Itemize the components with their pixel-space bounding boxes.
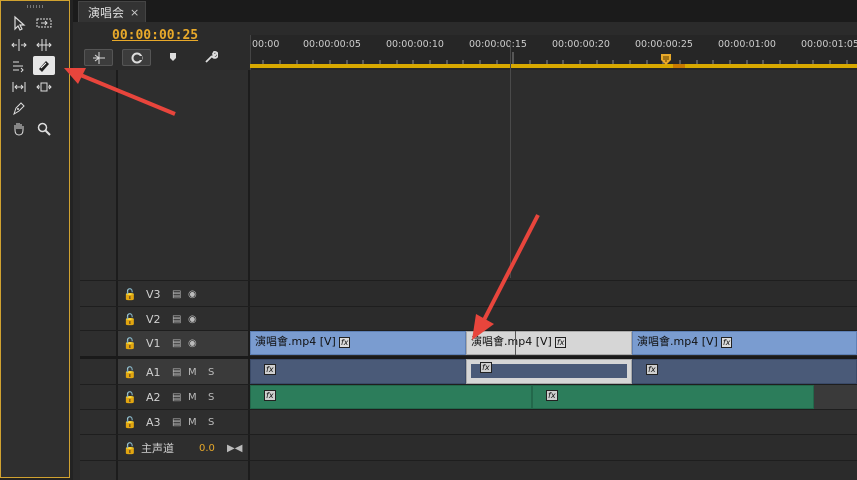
eye-icon[interactable]: ◉ bbox=[188, 289, 204, 300]
solo-button[interactable]: S bbox=[208, 367, 224, 378]
master-end-icon[interactable]: ▶◀ bbox=[227, 443, 242, 454]
toggle-output-icon[interactable]: ▤ bbox=[172, 338, 188, 349]
playhead-icon[interactable] bbox=[659, 54, 673, 66]
track-name: A1 bbox=[146, 365, 161, 379]
lock-icon[interactable]: 🔓 bbox=[123, 442, 137, 455]
zoom-tool-icon[interactable] bbox=[33, 119, 55, 138]
ruler-label: 00:00:00:05 bbox=[303, 39, 361, 50]
solo-button[interactable]: S bbox=[208, 417, 224, 428]
clip-label: 演唱會.mp4 [V] bbox=[255, 335, 336, 348]
ruler-label: 00:00:00:15 bbox=[469, 39, 527, 50]
fx-badge[interactable]: fx bbox=[546, 390, 558, 401]
work-area-end-handle[interactable] bbox=[673, 64, 685, 68]
track-master-area[interactable] bbox=[250, 435, 857, 460]
track-name: V1 bbox=[146, 336, 161, 350]
track-name: A2 bbox=[146, 390, 161, 404]
clip-a1-1[interactable]: fx bbox=[250, 359, 466, 384]
ripple-edit-tool-icon[interactable] bbox=[8, 35, 30, 54]
hand-tool-icon[interactable] bbox=[8, 119, 30, 138]
clip-label: 演唱會.mp4 [V] bbox=[637, 335, 718, 348]
rate-stretch-tool-icon[interactable] bbox=[8, 56, 30, 75]
slide-tool-icon[interactable] bbox=[33, 77, 55, 96]
fx-badge[interactable]: fx bbox=[264, 364, 276, 375]
clip-a2-2[interactable]: fx bbox=[532, 385, 814, 409]
fx-badge[interactable]: fx bbox=[264, 390, 276, 401]
clip-a1-3[interactable]: fx bbox=[632, 359, 857, 384]
close-icon[interactable]: × bbox=[130, 6, 139, 19]
fx-badge[interactable]: fx bbox=[646, 364, 658, 375]
empty-track-area[interactable] bbox=[250, 70, 857, 280]
fx-badge[interactable]: fx bbox=[554, 337, 567, 348]
panel-grip[interactable] bbox=[27, 5, 45, 8]
empty-track-area[interactable] bbox=[814, 385, 857, 409]
tab-label: 演唱会 bbox=[88, 5, 125, 20]
ruler-label: 00:00:01:05 bbox=[801, 39, 857, 50]
toggle-output-icon[interactable]: ▤ bbox=[172, 289, 188, 300]
eye-icon[interactable]: ◉ bbox=[188, 338, 204, 349]
work-area-bar[interactable] bbox=[250, 64, 857, 68]
divider bbox=[80, 460, 857, 461]
clip-v1-1[interactable]: 演唱會.mp4 [V] fx bbox=[250, 331, 466, 355]
toggle-output-icon[interactable]: ▤ bbox=[172, 392, 188, 403]
lock-icon[interactable]: 🔓 bbox=[123, 313, 137, 326]
slip-tool-icon[interactable] bbox=[8, 77, 30, 96]
toggle-output-icon[interactable]: ▤ bbox=[172, 314, 188, 325]
mute-button[interactable]: M bbox=[188, 392, 208, 403]
solo-button[interactable]: S bbox=[208, 392, 224, 403]
mute-button[interactable]: M bbox=[188, 417, 208, 428]
wrench-icon[interactable] bbox=[204, 50, 220, 66]
tab-bar bbox=[73, 0, 857, 22]
track-header-v1[interactable]: 🔓 V1 ▤ ◉ bbox=[118, 331, 248, 355]
fx-badge[interactable]: fx bbox=[480, 362, 492, 373]
fx-badge[interactable]: fx bbox=[720, 337, 733, 348]
track-header-a1[interactable]: 🔓 A1 ▤ M S bbox=[118, 360, 248, 384]
track-header-a2[interactable]: 🔓 A2 ▤ M S bbox=[118, 385, 248, 409]
ruler-label: 00:00 bbox=[252, 39, 280, 50]
toggle-output-icon[interactable]: ▤ bbox=[172, 367, 188, 378]
lock-icon[interactable]: 🔓 bbox=[123, 366, 137, 379]
lock-icon[interactable]: 🔓 bbox=[123, 391, 137, 404]
annotation-arrow-icon bbox=[472, 214, 540, 340]
track-header-master[interactable]: 🔓 主声道 0.0 ▶◀ bbox=[118, 436, 248, 460]
track-name: 主声道 bbox=[141, 442, 174, 455]
razor-tool-icon[interactable] bbox=[33, 56, 55, 75]
toggle-output-icon[interactable]: ▤ bbox=[172, 417, 188, 428]
track-header-a3[interactable]: 🔓 A3 ▤ M S bbox=[118, 410, 248, 434]
selection-tool-icon[interactable] bbox=[8, 13, 30, 32]
ruler-label: 00:00:00:10 bbox=[386, 39, 444, 50]
fx-badge[interactable]: fx bbox=[338, 337, 351, 348]
tab-sequence[interactable]: 演唱会 × bbox=[78, 1, 147, 22]
track-name: A3 bbox=[146, 415, 161, 429]
ruler-label: 00:00:00:20 bbox=[552, 39, 610, 50]
eye-icon[interactable]: ◉ bbox=[188, 314, 204, 325]
track-name: V3 bbox=[146, 287, 161, 301]
pen-tool-icon[interactable] bbox=[8, 98, 30, 117]
annotation-arrow-icon bbox=[64, 68, 176, 116]
track-select-tool-icon[interactable] bbox=[33, 13, 55, 32]
lock-icon[interactable]: 🔓 bbox=[123, 288, 137, 301]
clip-a1-2-inner bbox=[471, 364, 627, 378]
track-name: V2 bbox=[146, 312, 161, 326]
track-a3-area[interactable] bbox=[250, 410, 857, 434]
lock-icon[interactable]: 🔓 bbox=[123, 416, 137, 429]
clip-a2-1[interactable]: fx bbox=[250, 385, 532, 409]
track-header-v2[interactable]: 🔓 V2 ▤ ◉ bbox=[118, 307, 248, 331]
master-volume-value[interactable]: 0.0 bbox=[199, 443, 227, 454]
mute-button[interactable]: M bbox=[188, 367, 208, 378]
clip-v1-3[interactable]: 演唱會.mp4 [V] fx bbox=[632, 331, 857, 355]
rolling-edit-tool-icon[interactable] bbox=[33, 35, 55, 54]
clip-a1-2[interactable]: fx bbox=[466, 359, 632, 384]
timecode-display[interactable]: 00:00:00:25 bbox=[112, 28, 198, 43]
ruler-label: 00:00:00:25 bbox=[635, 39, 693, 50]
lock-icon[interactable]: 🔓 bbox=[123, 337, 137, 350]
ruler-label: 00:00:01:00 bbox=[718, 39, 776, 50]
track-header-v3[interactable]: 🔓 V3 ▤ ◉ bbox=[118, 282, 248, 306]
